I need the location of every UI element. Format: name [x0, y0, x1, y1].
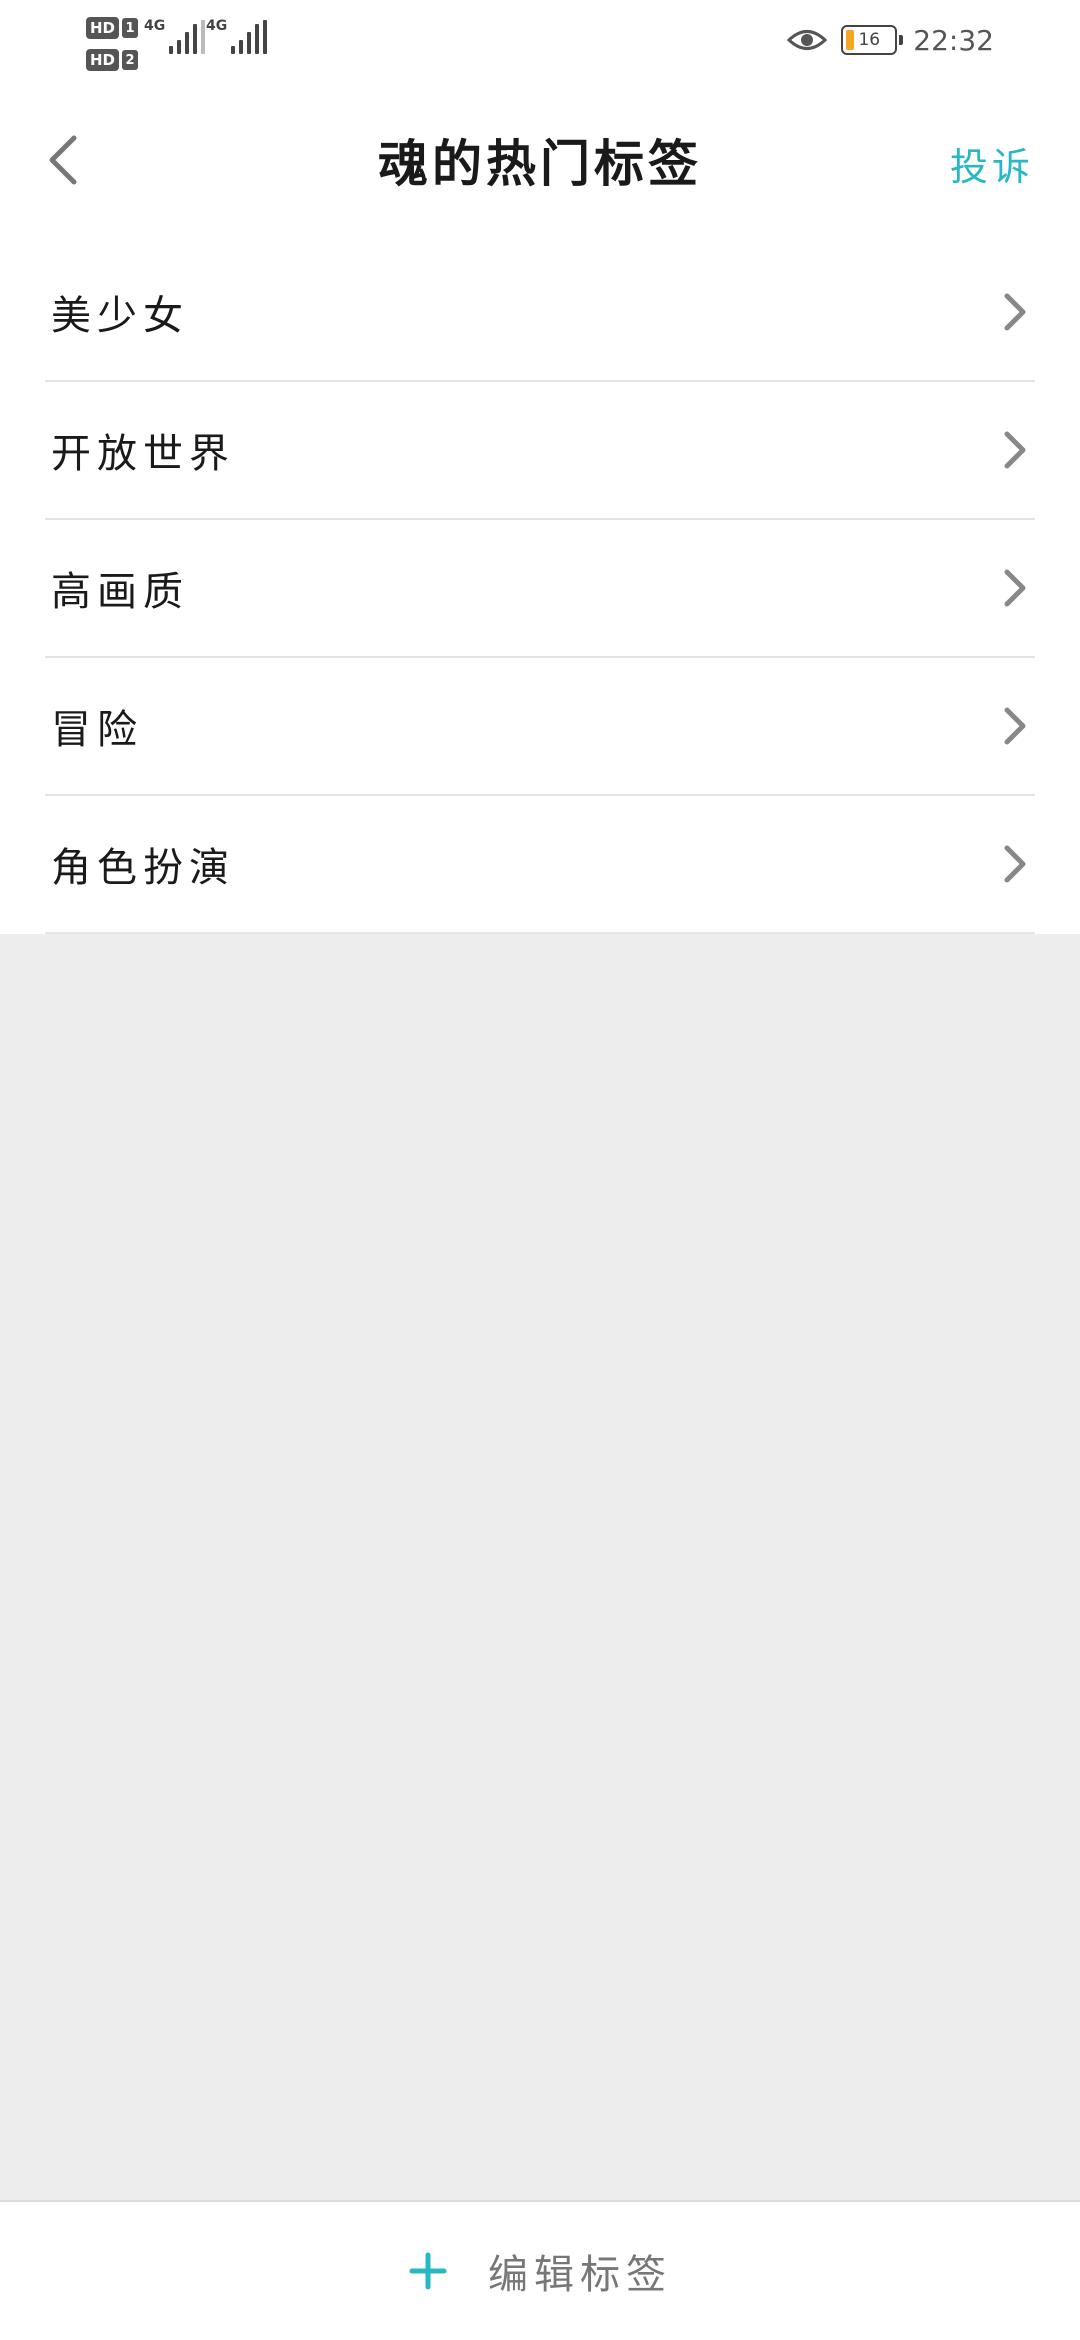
tag-label: 冒险	[51, 707, 143, 753]
hd-badge: HD	[86, 17, 120, 39]
hd-badge: HD	[86, 49, 120, 71]
tag-list-item[interactable]: 开放世界	[45, 382, 1035, 520]
tag-list-item[interactable]: 高画质	[45, 520, 1035, 658]
tag-label: 美少女	[51, 293, 189, 339]
eye-icon	[787, 30, 828, 50]
signal-bars-icon	[169, 18, 206, 54]
tag-list-item[interactable]: 冒险	[45, 658, 1035, 796]
status-right: 16 22:32	[787, 20, 994, 60]
chevron-right-icon	[1004, 293, 1026, 331]
network-type-label: 4G	[206, 18, 228, 34]
sim-indicators: HD 1 HD 2	[86, 12, 139, 76]
signal-bars-icon	[231, 18, 268, 54]
battery-icon: 16	[841, 25, 904, 55]
chevron-right-icon	[1004, 845, 1026, 883]
tag-label: 高画质	[51, 569, 189, 615]
signal-sim2: 4G	[206, 18, 268, 54]
sim1-indicator: HD 1	[86, 12, 139, 44]
edit-tags-label: 编辑标签	[488, 2252, 672, 2298]
status-bar: HD 1 HD 2 4G 4G 16 22:32	[0, 0, 1080, 84]
network-type-label: 4G	[144, 18, 166, 34]
tag-list-item[interactable]: 角色扮演	[45, 796, 1035, 934]
sim-number: 1	[122, 18, 139, 38]
page-title: 魂的热门标签	[378, 135, 702, 193]
complain-button[interactable]: 投诉	[950, 136, 1034, 191]
edit-tags-button[interactable]: 编辑标签	[0, 2200, 1080, 2340]
sim-number: 2	[122, 50, 139, 70]
chevron-right-icon	[1004, 569, 1026, 607]
status-time: 22:32	[913, 23, 994, 57]
plus-icon	[409, 2252, 447, 2290]
navigation-header: 魂的热门标签 投诉	[0, 84, 1080, 244]
tag-list-item[interactable]: 美少女	[45, 244, 1035, 382]
chevron-right-icon	[1004, 431, 1026, 469]
signal-sim1: 4G	[144, 18, 206, 54]
tag-label: 角色扮演	[51, 845, 235, 891]
sim2-indicator: HD 2	[86, 44, 139, 76]
chevron-right-icon	[1004, 707, 1026, 745]
tag-label: 开放世界	[51, 431, 235, 477]
battery-level: 16	[858, 30, 881, 50]
screen: HD 1 HD 2 4G 4G 16 22:32 魂的热门标签 投诉 美少女 开…	[0, 0, 1080, 2340]
tag-list: 美少女 开放世界 高画质 冒险 角色扮演	[0, 244, 1080, 934]
